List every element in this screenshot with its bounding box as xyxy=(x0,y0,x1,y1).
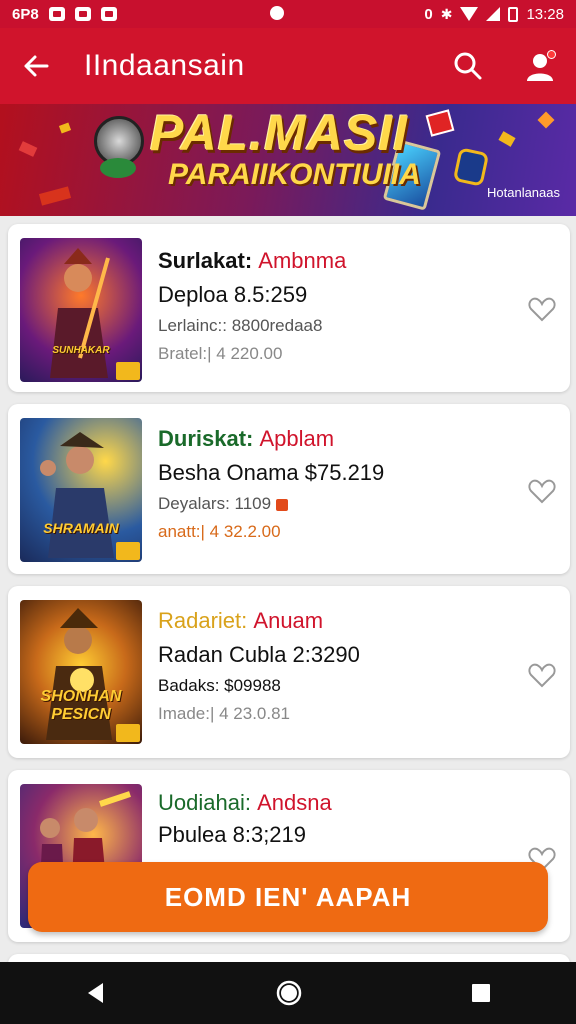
item-detail: Deyalars: 1109 xyxy=(158,494,288,514)
warrior-figure-icon xyxy=(40,432,114,558)
card-graphic-red xyxy=(425,109,455,137)
item-title: Radariet: Anuam xyxy=(158,608,323,634)
item-label: Uodiahai: xyxy=(158,790,251,815)
item-subtitle: Pbulea 8:3;219 xyxy=(158,822,307,847)
status-right: 0 ✱ 13:28 xyxy=(424,6,564,23)
wifi-icon xyxy=(460,7,479,21)
status-left-text: 6P8 xyxy=(12,5,39,23)
status-left: 6P8 xyxy=(12,6,117,23)
status-bar: 6P8 0 ✱ 13:28 xyxy=(0,0,576,28)
favorite-heart-icon[interactable] xyxy=(528,296,556,322)
sync-icon xyxy=(270,6,284,20)
message-icon xyxy=(74,7,91,21)
thumbnail-badge xyxy=(116,724,140,742)
banner-subtitle: PARAIIKONTIUIIA xyxy=(168,158,421,191)
item-value: Ambnma xyxy=(258,248,347,273)
product-thumbnail: SHONHAN PESICN xyxy=(20,600,142,744)
item-detail: Lerlainc:: 8800redaa8 xyxy=(158,316,323,335)
status-time: 13:28 xyxy=(526,5,564,23)
bluetooth-icon: ✱ xyxy=(440,5,453,22)
item-meta: Imade:| 4 23.0.81 xyxy=(158,704,291,723)
item-label: Surlakat: xyxy=(158,248,253,273)
confetti-1 xyxy=(18,141,38,157)
item-detail-text: Deyalars: 1109 xyxy=(158,494,272,513)
nav-home-icon[interactable] xyxy=(275,979,303,1007)
notification-dot xyxy=(547,50,556,59)
profile-button[interactable] xyxy=(522,48,558,84)
back-button[interactable] xyxy=(18,48,54,84)
thumbnail-caption: SHONHAN PESICN xyxy=(40,688,122,723)
gift-icon xyxy=(275,498,288,511)
item-value: Apblam xyxy=(259,426,335,451)
confetti-5 xyxy=(537,111,555,129)
search-icon xyxy=(454,52,482,80)
hero-figure-icon xyxy=(50,248,110,378)
page-title: IIndaansain xyxy=(84,49,245,82)
banner-title: PAL.MASII xyxy=(150,105,409,161)
item-title: Duriskat: Apblam xyxy=(158,426,334,452)
app-bar-actions xyxy=(450,48,558,84)
thumbnail-caption: SHRAMAIN xyxy=(43,520,119,536)
coin-graphic-small xyxy=(100,158,136,178)
list-item[interactable]: SHRAMAIN Duriskat: Apblam Besha Onama $7… xyxy=(8,404,570,574)
status-zero: 0 xyxy=(424,5,433,23)
favorite-heart-icon[interactable] xyxy=(528,478,556,504)
battery-icon xyxy=(508,6,519,22)
item-label: Radariet: xyxy=(158,608,248,633)
thumbnail-badge xyxy=(116,542,140,560)
item-value: Anuam xyxy=(253,608,324,633)
notification-icon xyxy=(48,7,65,21)
nav-back-icon[interactable] xyxy=(83,980,109,1006)
product-thumbnail: SHRAMAIN xyxy=(20,418,142,562)
list-item[interactable]: SUNHAKAR Surlakat: Ambnma Deploa 8.5:259… xyxy=(8,224,570,392)
item-subtitle: Besha Onama $75.219 xyxy=(158,460,385,485)
back-arrow-icon xyxy=(24,55,49,77)
system-nav-bar xyxy=(0,962,576,1024)
item-value: Andsna xyxy=(257,790,332,815)
confetti-3 xyxy=(38,186,72,206)
item-label: Duriskat: xyxy=(158,426,254,451)
list-item[interactable]: SHONHAN PESICN Radariet: Anuam Radan Cub… xyxy=(8,586,570,758)
favorite-heart-icon[interactable] xyxy=(528,662,556,688)
search-button[interactable] xyxy=(450,48,486,84)
promo-banner[interactable]: PAL.MASII PARAIIKONTIUIIA Hotanlanaas xyxy=(0,104,576,216)
thumbnail-caption: SUNHAKAR xyxy=(52,345,110,356)
confetti-2 xyxy=(58,122,72,134)
item-meta: anatt:| 4 32.2.00 xyxy=(158,522,281,541)
app-icon xyxy=(100,7,117,21)
banner-tag: Hotanlanaas xyxy=(487,185,560,200)
primary-action-button[interactable]: EOMD IEN' AAPAH xyxy=(28,862,548,932)
nav-recents-icon[interactable] xyxy=(469,981,493,1005)
badge-graphic xyxy=(452,147,490,187)
confetti-4 xyxy=(498,131,516,147)
item-title: Uodiahai: Andsna xyxy=(158,790,332,816)
item-subtitle: Deploa 8.5:259 xyxy=(158,282,308,307)
product-thumbnail: SUNHAKAR xyxy=(20,238,142,382)
item-title: Surlakat: Ambnma xyxy=(158,248,346,274)
item-detail: Badaks: $09988 xyxy=(158,676,281,695)
signal-icon xyxy=(486,7,501,21)
item-subtitle: Radan Cubla 2:3290 xyxy=(158,642,360,667)
thumbnail-badge xyxy=(116,362,140,380)
app-bar: IIndaansain xyxy=(0,28,576,104)
item-meta: Bratel:| 4 220.00 xyxy=(158,344,283,363)
